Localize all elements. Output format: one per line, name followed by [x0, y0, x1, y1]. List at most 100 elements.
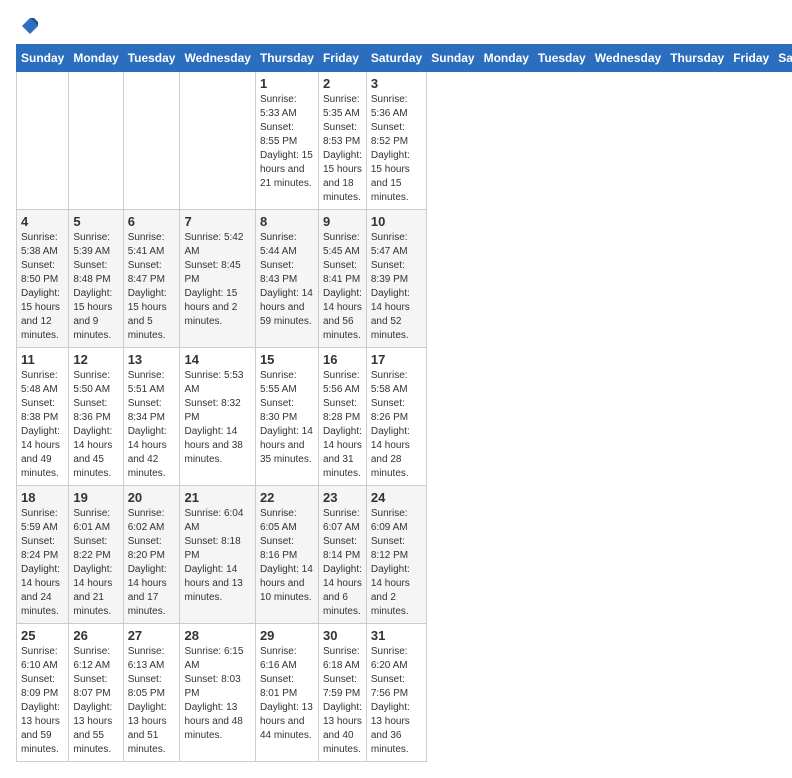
week-row-2: 4 Sunrise: 5:38 AM Sunset: 8:50 PM Daylig… — [17, 210, 792, 348]
calendar-cell: 4 Sunrise: 5:38 AM Sunset: 8:50 PM Daylig… — [17, 210, 69, 348]
day-info: Sunrise: 6:05 AM Sunset: 8:16 PM Dayligh… — [260, 507, 314, 605]
day-number: 4 — [21, 214, 64, 229]
calendar-cell: 22 Sunrise: 6:05 AM Sunset: 8:16 PM Dayli… — [255, 486, 318, 624]
day-number: 13 — [128, 352, 176, 367]
day-info: Sunrise: 6:20 AM Sunset: 7:56 PM Dayligh… — [371, 645, 422, 757]
header-tuesday: Tuesday — [533, 45, 590, 72]
header-wednesday: Wednesday — [180, 45, 255, 72]
day-number: 8 — [260, 214, 314, 229]
day-info: Sunrise: 5:59 AM Sunset: 8:24 PM Dayligh… — [21, 507, 64, 619]
day-info: Sunrise: 5:48 AM Sunset: 8:38 PM Dayligh… — [21, 369, 64, 481]
week-row-3: 11 Sunrise: 5:48 AM Sunset: 8:38 PM Dayli… — [17, 348, 792, 486]
day-number: 2 — [323, 76, 362, 91]
header-saturday: Saturday — [366, 45, 426, 72]
logo — [16, 16, 40, 36]
header-saturday: Saturday — [774, 45, 792, 72]
week-row-5: 25Sunrise: 6:10 AM Sunset: 8:09 PM Dayli… — [17, 624, 792, 762]
calendar-cell: 31 Sunrise: 6:20 AM Sunset: 7:56 PM Dayli… — [366, 624, 426, 762]
day-number: 14 — [184, 352, 250, 367]
calendar-table: SundayMondayTuesdayWednesdayThursdayFrid… — [16, 44, 792, 762]
calendar-cell: 16Sunrise: 5:56 AM Sunset: 8:28 PM Dayli… — [318, 348, 366, 486]
day-number: 3 — [371, 76, 422, 91]
day-info: Sunrise: 5:50 AM Sunset: 8:36 PM Dayligh… — [73, 369, 118, 481]
calendar-cell: 18 Sunrise: 5:59 AM Sunset: 8:24 PM Dayli… — [17, 486, 69, 624]
day-number: 21 — [184, 490, 250, 505]
day-info: Sunrise: 5:58 AM Sunset: 8:26 PM Dayligh… — [371, 369, 422, 481]
day-number: 31 — [371, 628, 422, 643]
day-number: 27 — [128, 628, 176, 643]
logo-icon — [20, 16, 40, 36]
day-info: Sunrise: 5:55 AM Sunset: 8:30 PM Dayligh… — [260, 369, 314, 467]
day-info: Sunrise: 5:53 AM Sunset: 8:32 PM Dayligh… — [184, 369, 250, 467]
day-number: 29 — [260, 628, 314, 643]
day-number: 1 — [260, 76, 314, 91]
calendar-cell: 30 Sunrise: 6:18 AM Sunset: 7:59 PM Dayli… — [318, 624, 366, 762]
calendar-cell: 24Sunrise: 6:09 AM Sunset: 8:12 PM Dayli… — [366, 486, 426, 624]
calendar-cell: 5 Sunrise: 5:39 AM Sunset: 8:48 PM Daylig… — [69, 210, 123, 348]
day-info: Sunrise: 6:10 AM Sunset: 8:09 PM Dayligh… — [21, 645, 64, 757]
day-number: 7 — [184, 214, 250, 229]
calendar-cell: 27 Sunrise: 6:13 AM Sunset: 8:05 PM Dayli… — [123, 624, 180, 762]
calendar-cell: 9 Sunrise: 5:45 AM Sunset: 8:41 PM Daylig… — [318, 210, 366, 348]
day-info: Sunrise: 5:38 AM Sunset: 8:50 PM Dayligh… — [21, 231, 64, 343]
day-number: 18 — [21, 490, 64, 505]
calendar-cell: 28Sunrise: 6:15 AM Sunset: 8:03 PM Dayli… — [180, 624, 255, 762]
day-info: Sunrise: 6:16 AM Sunset: 8:01 PM Dayligh… — [260, 645, 314, 743]
day-info: Sunrise: 5:44 AM Sunset: 8:43 PM Dayligh… — [260, 231, 314, 329]
calendar-cell: 29 Sunrise: 6:16 AM Sunset: 8:01 PM Dayli… — [255, 624, 318, 762]
day-number: 10 — [371, 214, 422, 229]
day-info: Sunrise: 6:01 AM Sunset: 8:22 PM Dayligh… — [73, 507, 118, 619]
header-friday: Friday — [729, 45, 774, 72]
calendar-cell: 11 Sunrise: 5:48 AM Sunset: 8:38 PM Dayli… — [17, 348, 69, 486]
header-friday: Friday — [318, 45, 366, 72]
calendar-cell: 15 Sunrise: 5:55 AM Sunset: 8:30 PM Dayli… — [255, 348, 318, 486]
calendar-cell: 10 Sunrise: 5:47 AM Sunset: 8:39 PM Dayli… — [366, 210, 426, 348]
calendar-cell: 26Sunrise: 6:12 AM Sunset: 8:07 PM Dayli… — [69, 624, 123, 762]
calendar-cell: 12Sunrise: 5:50 AM Sunset: 8:36 PM Dayli… — [69, 348, 123, 486]
header-sunday: Sunday — [427, 45, 479, 72]
calendar-cell: 7 Sunrise: 5:42 AM Sunset: 8:45 PM Daylig… — [180, 210, 255, 348]
day-number: 23 — [323, 490, 362, 505]
header-monday: Monday — [479, 45, 533, 72]
calendar-cell: 21 Sunrise: 6:04 AM Sunset: 8:18 PM Dayli… — [180, 486, 255, 624]
day-number: 15 — [260, 352, 314, 367]
day-info: Sunrise: 6:12 AM Sunset: 8:07 PM Dayligh… — [73, 645, 118, 757]
day-info: Sunrise: 6:15 AM Sunset: 8:03 PM Dayligh… — [184, 645, 250, 743]
day-info: Sunrise: 5:33 AM Sunset: 8:55 PM Dayligh… — [260, 93, 314, 191]
day-info: Sunrise: 5:35 AM Sunset: 8:53 PM Dayligh… — [323, 93, 362, 205]
day-number: 9 — [323, 214, 362, 229]
day-info: Sunrise: 6:13 AM Sunset: 8:05 PM Dayligh… — [128, 645, 176, 757]
calendar-cell: 6Sunrise: 5:41 AM Sunset: 8:47 PM Daylig… — [123, 210, 180, 348]
day-info: Sunrise: 5:36 AM Sunset: 8:52 PM Dayligh… — [371, 93, 422, 205]
calendar-header-row: SundayMondayTuesdayWednesdayThursdayFrid… — [17, 45, 792, 72]
header-thursday: Thursday — [666, 45, 729, 72]
page-header — [16, 16, 776, 36]
day-info: Sunrise: 6:18 AM Sunset: 7:59 PM Dayligh… — [323, 645, 362, 757]
day-info: Sunrise: 5:47 AM Sunset: 8:39 PM Dayligh… — [371, 231, 422, 343]
day-number: 11 — [21, 352, 64, 367]
day-number: 30 — [323, 628, 362, 643]
calendar-cell — [123, 72, 180, 210]
calendar-cell: 2 Sunrise: 5:35 AM Sunset: 8:53 PM Daylig… — [318, 72, 366, 210]
day-number: 5 — [73, 214, 118, 229]
week-row-1: 1 Sunrise: 5:33 AM Sunset: 8:55 PM Daylig… — [17, 72, 792, 210]
day-number: 17 — [371, 352, 422, 367]
calendar-cell: 20Sunrise: 6:02 AM Sunset: 8:20 PM Dayli… — [123, 486, 180, 624]
day-number: 22 — [260, 490, 314, 505]
day-number: 16 — [323, 352, 362, 367]
day-info: Sunrise: 5:51 AM Sunset: 8:34 PM Dayligh… — [128, 369, 176, 481]
day-info: Sunrise: 5:42 AM Sunset: 8:45 PM Dayligh… — [184, 231, 250, 329]
day-info: Sunrise: 5:39 AM Sunset: 8:48 PM Dayligh… — [73, 231, 118, 343]
day-number: 24 — [371, 490, 422, 505]
calendar-cell: 13 Sunrise: 5:51 AM Sunset: 8:34 PM Dayli… — [123, 348, 180, 486]
day-info: Sunrise: 6:04 AM Sunset: 8:18 PM Dayligh… — [184, 507, 250, 605]
day-info: Sunrise: 6:07 AM Sunset: 8:14 PM Dayligh… — [323, 507, 362, 619]
header-sunday: Sunday — [17, 45, 69, 72]
calendar-cell: 14 Sunrise: 5:53 AM Sunset: 8:32 PM Dayli… — [180, 348, 255, 486]
calendar-cell: 8 Sunrise: 5:44 AM Sunset: 8:43 PM Daylig… — [255, 210, 318, 348]
calendar-cell: 19Sunrise: 6:01 AM Sunset: 8:22 PM Dayli… — [69, 486, 123, 624]
day-info: Sunrise: 6:02 AM Sunset: 8:20 PM Dayligh… — [128, 507, 176, 619]
day-info: Sunrise: 5:45 AM Sunset: 8:41 PM Dayligh… — [323, 231, 362, 343]
header-tuesday: Tuesday — [123, 45, 180, 72]
calendar-cell — [180, 72, 255, 210]
